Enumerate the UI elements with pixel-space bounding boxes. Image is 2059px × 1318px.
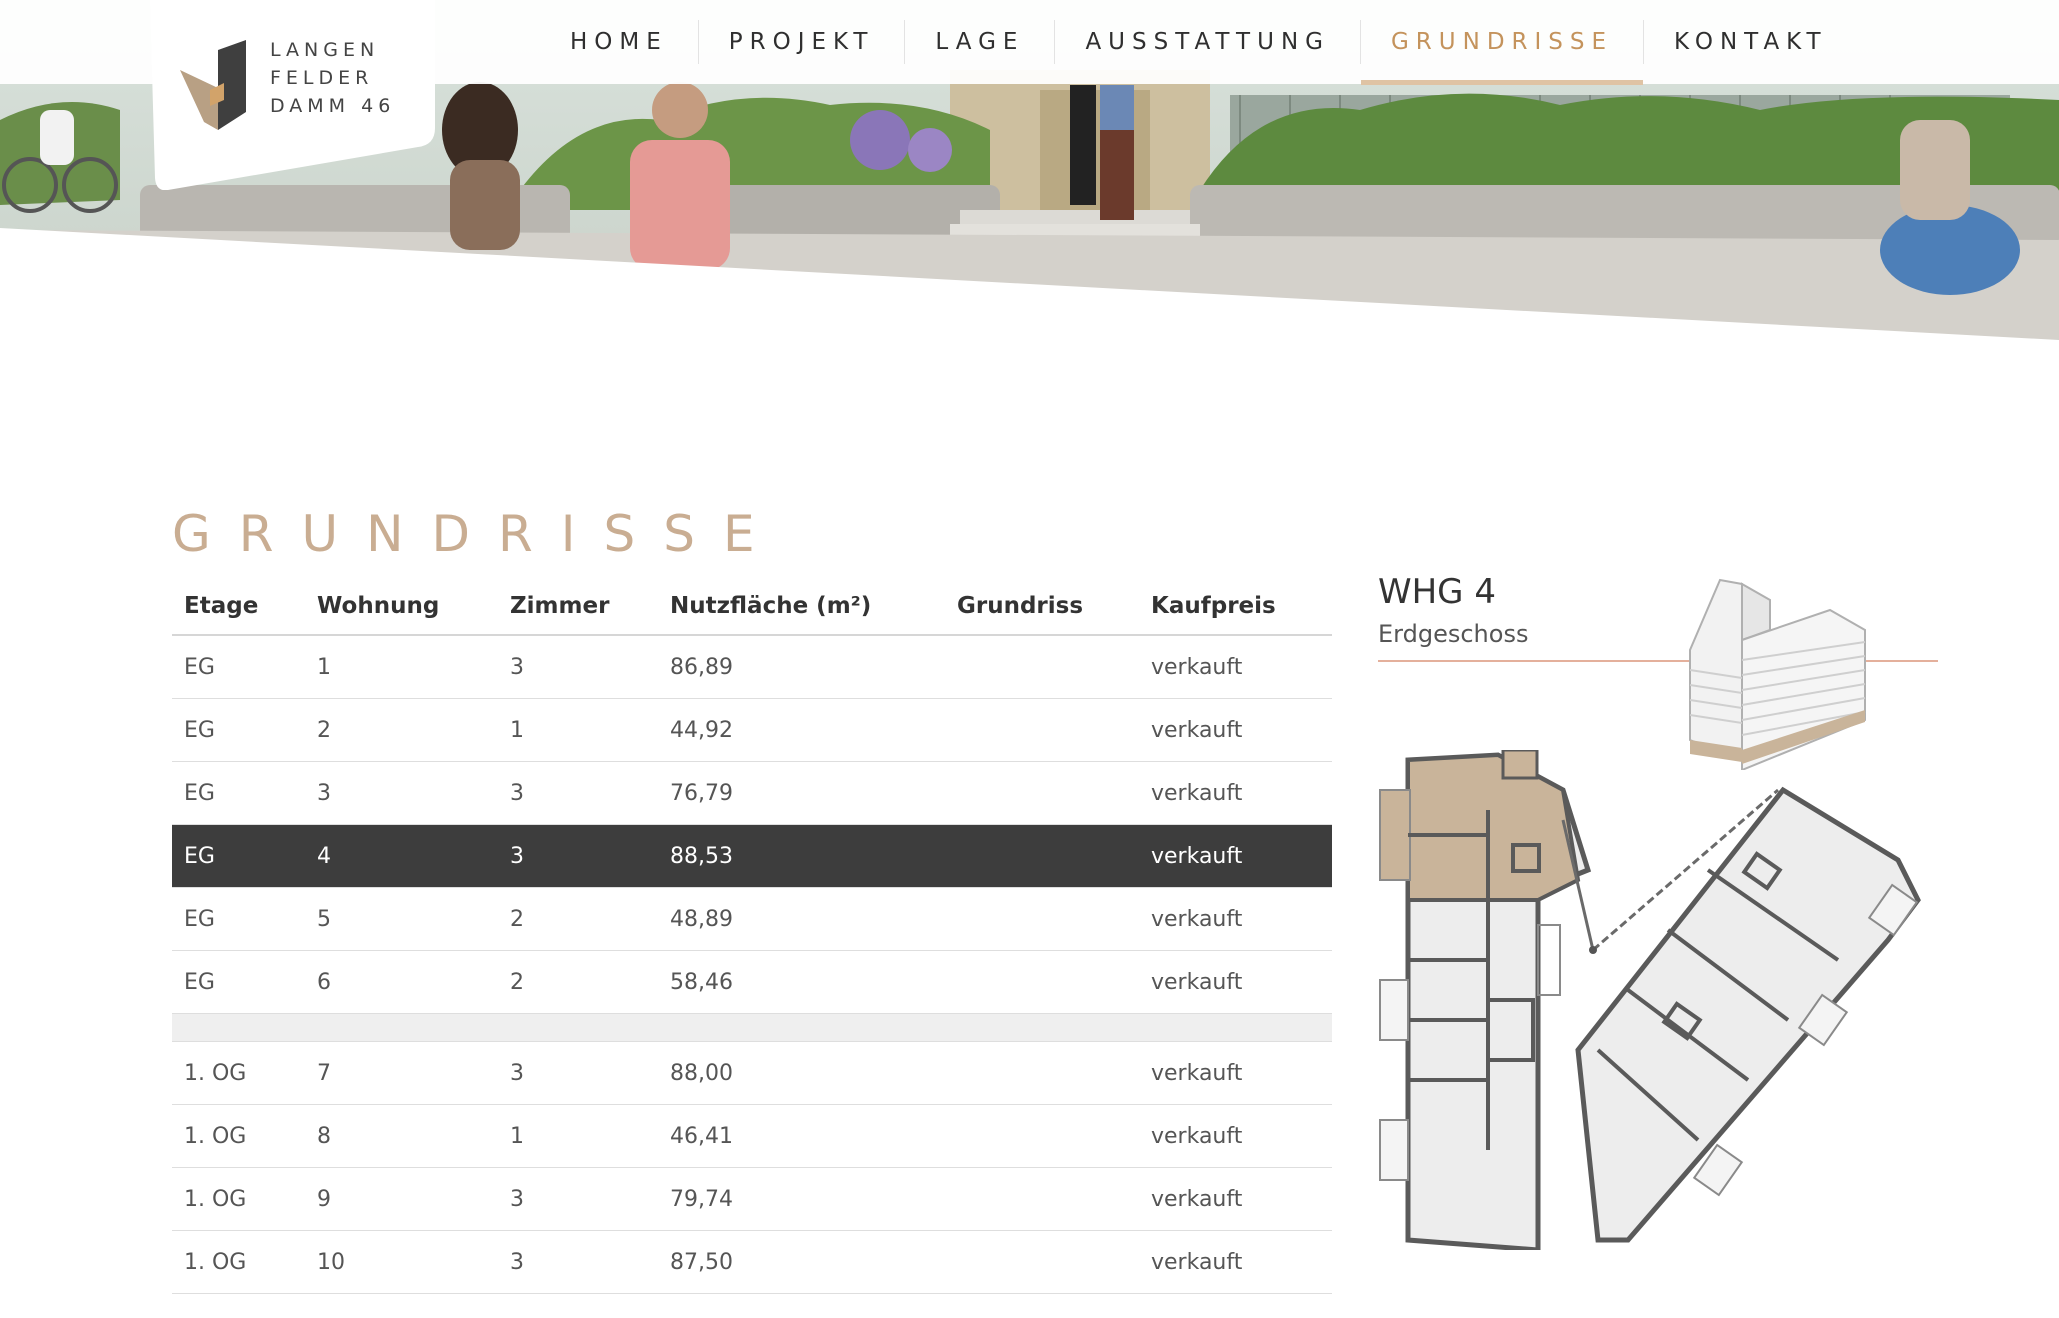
page-title: GRUNDRISSE xyxy=(172,505,783,563)
cell-nutzflaeche: 48,89 xyxy=(670,906,733,932)
apartment-floor: Erdgeschoss xyxy=(1378,620,1529,648)
logo-wordmark: LANGEN FELDER DAMM 46 xyxy=(270,36,430,120)
cell-etage: 1. OG xyxy=(184,1060,247,1086)
cell-etage: EG xyxy=(184,969,215,995)
cell-zimmer: 3 xyxy=(510,843,524,869)
header-nutzflaeche: Nutzfläche (m²) xyxy=(670,593,872,619)
cell-nutzflaeche: 87,50 xyxy=(670,1249,733,1275)
floor-plan-image xyxy=(1379,750,1921,1250)
cell-zimmer: 3 xyxy=(510,780,524,806)
cell-kaufpreis: verkauft xyxy=(1151,1123,1243,1149)
cell-zimmer: 3 xyxy=(510,1060,524,1086)
cell-kaufpreis: verkauft xyxy=(1151,906,1243,932)
logo-link[interactable]: LANGEN FELDER DAMM 46 xyxy=(150,0,435,190)
apartments-table: Etage Wohnung Zimmer Nutzfläche (m²) Gru… xyxy=(172,578,1332,1294)
table-row[interactable]: 1. OG 8 1 46,41 verkauft xyxy=(172,1105,1332,1168)
cell-wohnung: 7 xyxy=(317,1060,331,1086)
main-nav: HOME PROJEKT LAGE AUSSTATTUNG GRUNDRISSE… xyxy=(540,0,1858,85)
table-row[interactable]: EG 5 2 48,89 verkauft xyxy=(172,888,1332,951)
cell-etage: 1. OG xyxy=(184,1249,247,1275)
cell-nutzflaeche: 79,74 xyxy=(670,1186,733,1212)
table-row-selected[interactable]: EG 4 3 88,53 verkauft xyxy=(172,825,1332,888)
cell-etage: 1. OG xyxy=(184,1186,247,1212)
cell-wohnung: 8 xyxy=(317,1123,331,1149)
table-row[interactable]: 1. OG 9 3 79,74 verkauft xyxy=(172,1168,1332,1231)
cell-etage: EG xyxy=(184,717,215,743)
cell-kaufpreis: verkauft xyxy=(1151,654,1243,680)
cell-kaufpreis: verkauft xyxy=(1151,843,1243,869)
cell-zimmer: 3 xyxy=(510,1186,524,1212)
table-row[interactable]: EG 1 3 86,89 verkauft xyxy=(172,636,1332,699)
cell-zimmer: 1 xyxy=(510,717,524,743)
cell-kaufpreis: verkauft xyxy=(1151,717,1243,743)
nav-lage[interactable]: LAGE xyxy=(904,20,1054,64)
cell-kaufpreis: verkauft xyxy=(1151,780,1243,806)
nav-home[interactable]: HOME xyxy=(540,20,698,64)
cell-etage: EG xyxy=(184,780,215,806)
table-row[interactable]: EG 6 2 58,46 verkauft xyxy=(172,951,1332,1014)
table-header-row: Etage Wohnung Zimmer Nutzfläche (m²) Gru… xyxy=(172,578,1332,636)
cell-nutzflaeche: 58,46 xyxy=(670,969,733,995)
table-row[interactable]: EG 3 3 76,79 verkauft xyxy=(172,762,1332,825)
cell-wohnung: 6 xyxy=(317,969,331,995)
logo-line: FELDER xyxy=(270,67,374,89)
cell-kaufpreis: verkauft xyxy=(1151,1249,1243,1275)
cell-etage: EG xyxy=(184,654,215,680)
cell-etage: EG xyxy=(184,843,215,869)
cell-zimmer: 2 xyxy=(510,906,524,932)
table-row[interactable]: 1. OG 7 3 88,00 verkauft xyxy=(172,1042,1332,1105)
nav-grundrisse[interactable]: GRUNDRISSE xyxy=(1359,20,1644,85)
logo-line: DAMM 46 xyxy=(270,95,396,117)
logo-mark-icon xyxy=(180,40,246,130)
cell-nutzflaeche: 88,53 xyxy=(670,843,733,869)
cell-wohnung: 1 xyxy=(317,654,331,680)
cell-nutzflaeche: 86,89 xyxy=(670,654,733,680)
cell-wohnung: 3 xyxy=(317,780,331,806)
cell-zimmer: 3 xyxy=(510,654,524,680)
cell-zimmer: 3 xyxy=(510,1249,524,1275)
header-wohnung: Wohnung xyxy=(317,593,440,619)
cell-wohnung: 10 xyxy=(317,1249,345,1275)
cell-kaufpreis: verkauft xyxy=(1151,1186,1243,1212)
cell-nutzflaeche: 76,79 xyxy=(670,780,733,806)
nav-ausstattung[interactable]: AUSSTATTUNG xyxy=(1054,20,1360,64)
header-etage: Etage xyxy=(184,593,259,619)
nav-projekt[interactable]: PROJEKT xyxy=(697,20,905,64)
floor-separator xyxy=(172,1014,1332,1042)
logo-line: LANGEN xyxy=(270,39,380,61)
header-kaufpreis: Kaufpreis xyxy=(1151,593,1276,619)
cell-nutzflaeche: 44,92 xyxy=(670,717,733,743)
apartment-detail-panel: WHG 4 Erdgeschoss xyxy=(1378,560,1938,1280)
cell-wohnung: 4 xyxy=(317,843,331,869)
cell-zimmer: 2 xyxy=(510,969,524,995)
table-row[interactable]: EG 2 1 44,92 verkauft xyxy=(172,699,1332,762)
cell-nutzflaeche: 46,41 xyxy=(670,1123,733,1149)
header-zimmer: Zimmer xyxy=(510,593,610,619)
cell-wohnung: 9 xyxy=(317,1186,331,1212)
nav-kontakt[interactable]: KONTAKT xyxy=(1643,20,1857,64)
cell-nutzflaeche: 88,00 xyxy=(670,1060,733,1086)
cell-kaufpreis: verkauft xyxy=(1151,1060,1243,1086)
table-row[interactable]: 1. OG 10 3 87,50 verkauft xyxy=(172,1231,1332,1294)
cell-etage: 1. OG xyxy=(184,1123,247,1149)
cell-wohnung: 5 xyxy=(317,906,331,932)
building-3d-icon xyxy=(1689,578,1866,770)
cell-wohnung: 2 xyxy=(317,717,331,743)
header-grundriss: Grundriss xyxy=(957,593,1084,619)
cell-zimmer: 1 xyxy=(510,1123,524,1149)
cell-kaufpreis: verkauft xyxy=(1151,969,1243,995)
cell-etage: EG xyxy=(184,906,215,932)
apartment-title: WHG 4 xyxy=(1378,572,1496,612)
